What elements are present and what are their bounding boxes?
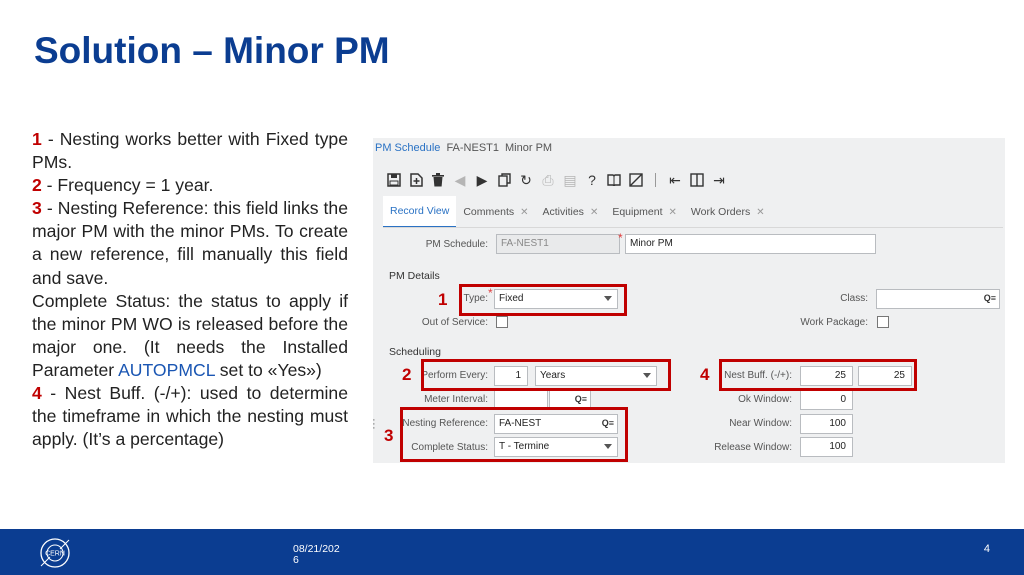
next-icon[interactable]: ▶ bbox=[471, 170, 493, 190]
pm-schedule-label: PM Schedule: bbox=[425, 239, 488, 250]
new-record-icon[interactable] bbox=[405, 170, 427, 190]
bullet-number: 4 bbox=[32, 383, 42, 404]
first-record-icon[interactable]: ⇤ bbox=[664, 170, 686, 190]
pm-description-field[interactable]: Minor PM bbox=[625, 234, 876, 254]
class-field[interactable]: Q≡ bbox=[876, 289, 1000, 309]
release-window-field[interactable]: 100 bbox=[800, 437, 853, 457]
delete-icon[interactable] bbox=[427, 170, 449, 190]
tab-label: Work Orders bbox=[690, 206, 751, 218]
pm-schedule-screenshot: PM Schedule FA-NEST1 Minor PM ◀ ▶ ↻ ⎙ ▤ ? … bbox=[373, 138, 1005, 463]
class-label: Class: bbox=[840, 293, 868, 304]
bullet-text-block: 1 - Nesting works better with Fixed type… bbox=[32, 128, 348, 451]
tab-record-view[interactable]: Record View bbox=[383, 196, 457, 228]
cern-logo-icon: CERN bbox=[40, 538, 70, 568]
highlight-number-2: 2 bbox=[402, 365, 412, 384]
bullet-text: - Nesting works better with Fixed type P… bbox=[32, 129, 348, 173]
slide-footer: CERN 08/21/2026 4 bbox=[0, 529, 1024, 575]
highlight-number-3: 3 bbox=[384, 426, 394, 445]
release-window-label: Release Window: bbox=[714, 442, 792, 453]
book-icon[interactable] bbox=[603, 170, 625, 190]
near-window-field[interactable]: 100 bbox=[800, 414, 853, 434]
print-icon[interactable]: ⎙ bbox=[537, 170, 559, 190]
print-disabled-icon[interactable]: ▤ bbox=[559, 170, 581, 190]
bullet-number: 1 bbox=[32, 129, 42, 149]
tab-label: Record View bbox=[390, 205, 450, 217]
tab-label: Equipment bbox=[612, 206, 663, 218]
scheduling-heading: Scheduling bbox=[389, 346, 441, 358]
refresh-icon[interactable]: ↻ bbox=[515, 170, 537, 190]
panel-toggle-icon[interactable] bbox=[686, 170, 708, 190]
highlight-box-nesting bbox=[400, 407, 628, 462]
tab-label: Comments bbox=[463, 206, 515, 218]
required-marker: * bbox=[618, 231, 623, 245]
pm-schedule-field[interactable]: FA-NEST1 bbox=[496, 234, 620, 254]
work-package-label: Work Package: bbox=[800, 317, 868, 328]
close-icon[interactable]: ✕ bbox=[520, 207, 528, 218]
out-of-service-label: Out of Service: bbox=[421, 317, 488, 328]
work-package-checkbox[interactable] bbox=[877, 316, 889, 328]
highlight-box-type bbox=[459, 284, 627, 316]
breadcrumb-section[interactable]: PM Schedule bbox=[375, 142, 440, 154]
pm-details-heading: PM Details bbox=[389, 270, 440, 282]
svg-text:CERN: CERN bbox=[45, 551, 65, 558]
highlight-number-4: 4 bbox=[700, 365, 710, 384]
breadcrumb: PM Schedule FA-NEST1 Minor PM bbox=[375, 142, 552, 154]
tab-activities[interactable]: Activities ✕ bbox=[536, 196, 606, 228]
bullet-text: - Nesting Reference: this field links th… bbox=[32, 198, 348, 288]
bullet-text: set to «Yes») bbox=[214, 359, 322, 380]
breadcrumb-code: FA-NEST1 bbox=[446, 142, 500, 154]
bullet-number: 3 bbox=[32, 198, 42, 219]
footer-date: 08/21/2026 bbox=[293, 543, 340, 566]
highlight-box-frequency bbox=[421, 359, 671, 391]
bullet-4: 4 - Nest Buff. (-/+): used to determine … bbox=[32, 382, 348, 451]
out-of-service-checkbox[interactable] bbox=[496, 316, 508, 328]
bullet-3: 3 - Nesting Reference: this field links … bbox=[32, 197, 348, 289]
highlight-box-nest-buff bbox=[719, 359, 917, 391]
ok-window-label: Ok Window: bbox=[738, 394, 792, 405]
bullet-1: 1 - Nesting works better with Fixed type… bbox=[32, 128, 348, 174]
tab-equipment[interactable]: Equipment ✕ bbox=[605, 196, 684, 228]
meter-interval-label: Meter Interval: bbox=[424, 394, 488, 405]
drag-handle-icon[interactable]: · · · bbox=[372, 415, 376, 434]
save-icon[interactable] bbox=[383, 170, 405, 190]
bullet-text: - Nest Buff. (-/+): used to determine th… bbox=[32, 383, 348, 450]
tab-bar: Record View Comments ✕ Activities ✕ Equipm… bbox=[383, 196, 1003, 228]
breadcrumb-desc: Minor PM bbox=[505, 142, 553, 154]
lookup-icon[interactable]: Q≡ bbox=[984, 293, 996, 303]
bullet-number: 2 bbox=[32, 175, 42, 196]
previous-icon[interactable]: ◀ bbox=[449, 170, 471, 190]
tab-label: Activities bbox=[542, 206, 584, 218]
toolbar-divider bbox=[655, 173, 656, 187]
ok-window-field[interactable]: 0 bbox=[800, 390, 853, 410]
bullet-complete-status: Complete Status: the status to apply if … bbox=[32, 290, 348, 382]
highlight-number-1: 1 bbox=[438, 290, 448, 309]
close-icon[interactable]: ✕ bbox=[590, 207, 598, 218]
toolbar: ◀ ▶ ↻ ⎙ ▤ ? ⇤ ⇥ bbox=[383, 170, 730, 190]
lookup-icon[interactable]: Q≡ bbox=[575, 394, 587, 404]
near-window-label: Near Window: bbox=[729, 418, 792, 429]
help-icon[interactable]: ? bbox=[581, 170, 603, 190]
copy-icon[interactable] bbox=[493, 170, 515, 190]
tab-work-orders[interactable]: Work Orders ✕ bbox=[684, 196, 772, 228]
close-icon[interactable]: ✕ bbox=[669, 207, 677, 218]
page-number: 4 bbox=[983, 543, 990, 555]
last-record-icon[interactable]: ⇥ bbox=[708, 170, 730, 190]
screen-config-icon[interactable] bbox=[625, 170, 647, 190]
autopmcl-link[interactable]: AUTOPMCL bbox=[118, 360, 215, 380]
tab-rail bbox=[383, 227, 1003, 228]
close-icon[interactable]: ✕ bbox=[756, 207, 764, 218]
tab-comments[interactable]: Comments ✕ bbox=[456, 196, 535, 228]
slide-title: Solution – Minor PM bbox=[34, 30, 390, 71]
bullet-text: - Frequency = 1 year. bbox=[41, 175, 214, 196]
bullet-2: 2 - Frequency = 1 year. bbox=[32, 174, 348, 197]
